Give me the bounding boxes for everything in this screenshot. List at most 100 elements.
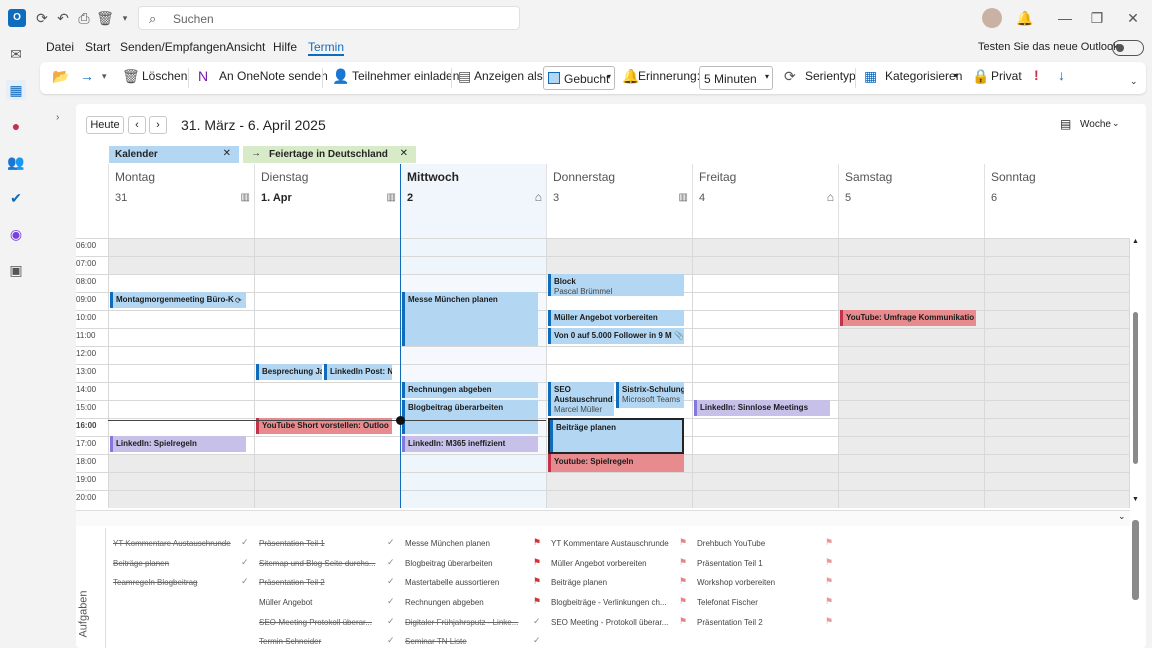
check-icon[interactable]: ✓ xyxy=(387,596,395,607)
collapse-tasks-icon[interactable]: ⌄ xyxy=(1118,511,1126,522)
restore-icon[interactable]: ❐ xyxy=(1088,9,1106,27)
check-icon[interactable]: ✓ xyxy=(533,616,541,627)
task-item[interactable]: Rechnungen abgeben xyxy=(405,598,484,607)
task-item[interactable]: Präsentation Teil 2 xyxy=(259,578,325,587)
flag-icon[interactable]: ⚑ xyxy=(533,557,541,568)
event-seo-austausch[interactable]: SEO Austauschrund Marcel Müller xyxy=(548,382,614,416)
flag-icon[interactable]: ⚑ xyxy=(533,596,541,607)
menu-termin[interactable]: Termin xyxy=(308,40,345,56)
trash-icon[interactable]: 🗑 xyxy=(96,9,114,27)
task-item[interactable]: Workshop vorbereiten xyxy=(697,578,775,587)
scroll-thumb[interactable] xyxy=(1133,312,1138,464)
open-icon[interactable]: 📂 xyxy=(52,68,69,85)
menu-hilfe[interactable]: Hilfe xyxy=(273,40,297,54)
forward-chevron-icon[interactable]: ▾ xyxy=(102,71,107,82)
day-header-monday[interactable]: Montag 31 ▥ xyxy=(108,164,254,238)
menu-start[interactable]: Start xyxy=(85,40,110,54)
task-item[interactable]: Seminar TN Liste xyxy=(405,637,467,646)
check-icon[interactable]: ✓ xyxy=(241,576,249,587)
day-header-thursday[interactable]: Donnerstag 3 ▥ xyxy=(546,164,692,238)
task-item[interactable]: Müller Angebot vorbereiten xyxy=(551,559,647,568)
task-item[interactable]: SEO Meeting - Protokoll überar... xyxy=(551,618,668,627)
check-icon[interactable]: ✓ xyxy=(387,616,395,627)
check-icon[interactable]: ✓ xyxy=(387,576,395,587)
categorize-button[interactable]: Kategorisieren xyxy=(885,69,962,83)
task-item[interactable]: Teamregeln Blogbeitrag xyxy=(113,578,198,587)
flag-icon[interactable]: ⚑ xyxy=(533,537,541,548)
task-item[interactable]: Beiträge planen xyxy=(113,559,169,568)
task-item[interactable]: Präsentation Teil 1 xyxy=(697,559,763,568)
mail-icon[interactable]: ✉ xyxy=(6,44,26,64)
forward-icon[interactable]: → xyxy=(80,68,94,84)
next-week-icon[interactable]: › xyxy=(149,116,167,134)
day-header-sunday[interactable]: Sonntag 6 xyxy=(984,164,1130,238)
event-linkedin-spielregeln[interactable]: LinkedIn: Spielregeln xyxy=(110,436,246,452)
flag-icon[interactable]: ⚑ xyxy=(679,537,687,548)
task-item[interactable]: Mastertabelle aussortieren xyxy=(405,578,499,587)
people-icon[interactable]: 👥 xyxy=(6,152,26,172)
event-block[interactable]: Block Pascal Brümmel xyxy=(548,274,684,296)
today-button[interactable]: Heute xyxy=(86,116,124,134)
customize-chevron-icon[interactable]: ▾ xyxy=(116,9,134,27)
menu-senden[interactable]: Senden/Empfangen xyxy=(120,40,226,54)
day-header-wednesday[interactable]: Mittwoch 2 ⌂ xyxy=(400,164,546,238)
apps-icon[interactable]: ▣ xyxy=(6,260,26,280)
check-icon[interactable]: ✓ xyxy=(533,635,541,646)
task-item[interactable]: Digitaler Frühjahrsputz - Linke... xyxy=(405,618,518,627)
scroll-down-icon[interactable]: ▼ xyxy=(1132,496,1139,503)
tab-feiertage[interactable]: → Feiertage in Deutschland ✕ xyxy=(243,146,416,163)
event-blogbeitrag[interactable]: Blogbeitrag überarbeiten xyxy=(402,400,538,434)
task-item[interactable]: YT Kommentare Austauschrunde xyxy=(113,539,231,548)
calendar-icon[interactable]: ▦ xyxy=(6,80,26,100)
check-icon[interactable]: ✓ xyxy=(387,635,395,646)
delete-button[interactable]: Löschen xyxy=(142,69,187,83)
viva-icon[interactable]: ◉ xyxy=(6,224,26,244)
series-button[interactable]: Serientyp xyxy=(805,69,856,83)
flag-icon[interactable]: ⚑ xyxy=(679,576,687,587)
undo-icon[interactable]: ↶ xyxy=(54,9,72,27)
menu-datei[interactable]: Datei xyxy=(46,40,74,54)
invite-button[interactable]: Teilnehmer einladen xyxy=(352,69,459,83)
close-tab-icon[interactable]: ✕ xyxy=(400,148,408,159)
close-icon[interactable]: ✕ xyxy=(1124,9,1142,27)
task-item[interactable]: Messe München planen xyxy=(405,539,490,548)
minimize-icon[interactable]: — xyxy=(1056,9,1074,27)
flag-icon[interactable]: ⚑ xyxy=(825,576,833,587)
day-header-saturday[interactable]: Samstag 5 xyxy=(838,164,984,238)
event-sistrix[interactable]: Sistrix-Schulung Microsoft Teams xyxy=(616,382,684,408)
event-besprechung[interactable]: Besprechung Ja xyxy=(256,364,322,380)
ribbon-expand-icon[interactable]: ⌄ xyxy=(1130,76,1138,87)
print-icon[interactable]: ⎙ xyxy=(75,9,93,27)
task-item[interactable]: SEO-Meeting Protokoll überar... xyxy=(259,618,372,627)
flag-icon[interactable]: ⚑ xyxy=(679,557,687,568)
copilot-icon[interactable]: ● xyxy=(6,116,26,136)
task-item[interactable]: YT Kommentare Austauschrunde xyxy=(551,539,669,548)
event-linkedin-post[interactable]: LinkedIn Post: N xyxy=(324,364,392,380)
tab-kalender[interactable]: Kalender ✕ xyxy=(109,146,239,163)
task-item[interactable]: Drehbuch YouTube xyxy=(697,539,765,548)
check-icon[interactable]: ✓ xyxy=(387,557,395,568)
task-item[interactable]: Telefonat Fischer xyxy=(697,598,758,607)
event-follower[interactable]: Von 0 auf 5.000 Follower in 9 M xyxy=(548,328,684,344)
task-item[interactable]: Müller Angebot xyxy=(259,598,312,607)
onenote-button[interactable]: An OneNote senden xyxy=(219,69,328,83)
event-linkedin-sinnlose[interactable]: LinkedIn: Sinnlose Meetings xyxy=(694,400,830,416)
new-outlook-toggle[interactable] xyxy=(1112,40,1144,56)
tasks-scroll-thumb[interactable] xyxy=(1132,520,1139,600)
task-item[interactable]: Präsentation Teil 1 xyxy=(259,539,325,548)
event-linkedin-m365[interactable]: LinkedIn: M365 ineffizient xyxy=(402,436,538,452)
task-item[interactable]: Sitemap und Blog Seite durchs... xyxy=(259,559,376,568)
event-youtube-spielregeln[interactable]: Youtube: Spielregeln xyxy=(548,454,684,472)
task-item[interactable]: Blogbeitrag überarbeiten xyxy=(405,559,493,568)
event-youtube-umfrage[interactable]: YouTube: Umfrage Kommunikatio xyxy=(840,310,976,326)
task-item[interactable]: Termin Schneider xyxy=(259,637,321,646)
show-as-select[interactable]: Gebucht ▾ xyxy=(543,66,615,90)
task-item[interactable]: Blogbeiträge - Verlinkungen ch... xyxy=(551,598,667,607)
event-mueller-angebot[interactable]: Müller Angebot vorbereiten xyxy=(548,310,684,326)
event-messe-muenchen[interactable]: Messe München planen xyxy=(402,292,538,346)
bell-icon[interactable]: 🔔 xyxy=(1016,9,1034,27)
flag-icon[interactable]: ⚑ xyxy=(825,616,833,627)
view-select[interactable]: Woche xyxy=(1080,119,1111,130)
flag-icon[interactable]: ⚑ xyxy=(825,537,833,548)
flag-icon[interactable]: ⚑ xyxy=(825,557,833,568)
